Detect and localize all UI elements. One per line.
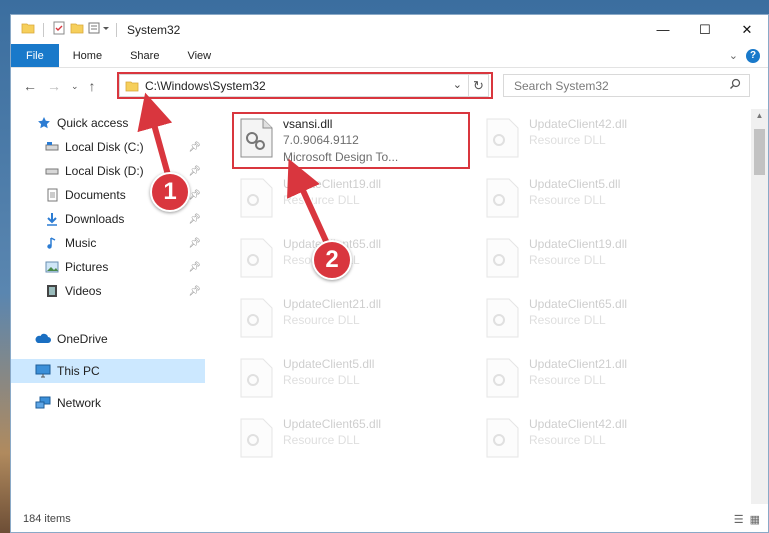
annotation-step-1: 1 — [150, 172, 190, 212]
annotation-step-2: 2 — [312, 240, 352, 280]
annotation-arrows — [137, 92, 335, 252]
